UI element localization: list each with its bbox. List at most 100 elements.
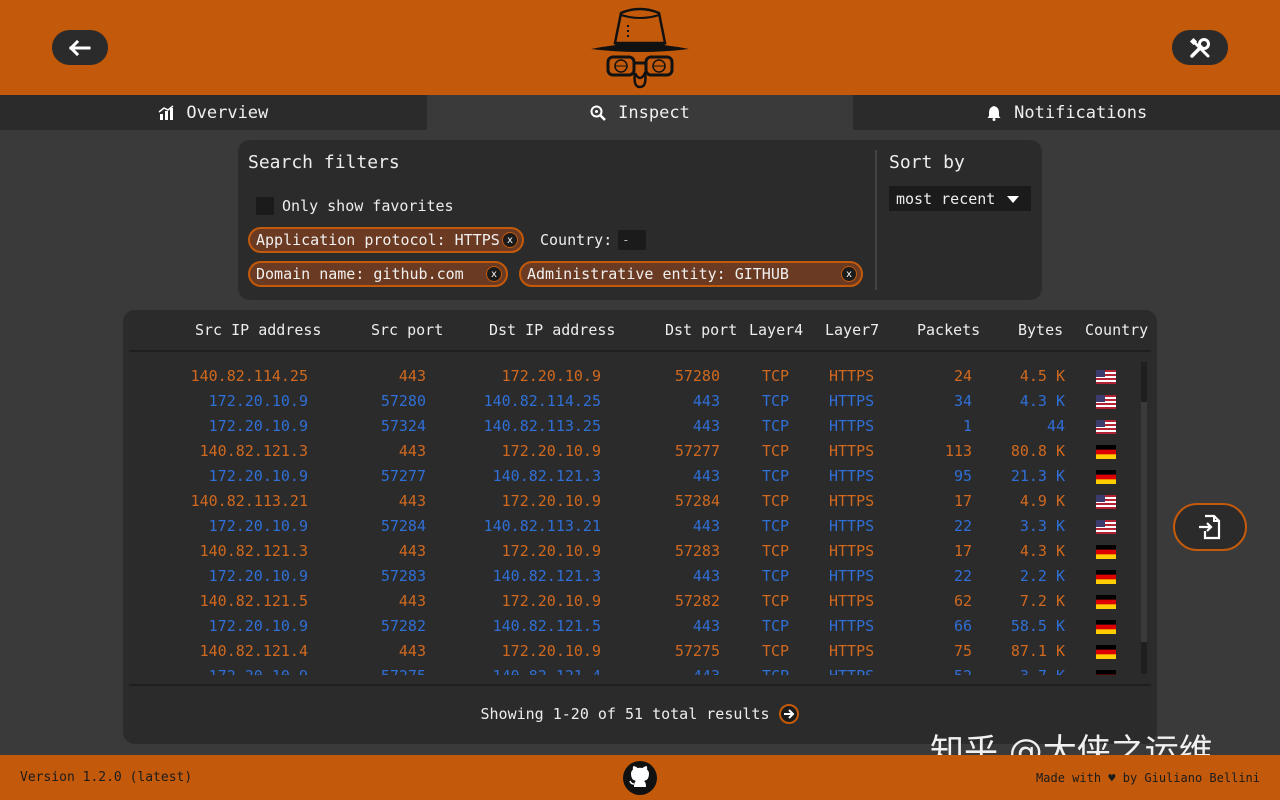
packets-cell: 75 xyxy=(953,642,972,660)
table-row[interactable]: 172.20.10.9 57280 140.82.114.25 443 TCP HTTPS… xyxy=(123,388,1157,413)
table-row[interactable]: 140.82.121.3 443 172.20.10.9 57283 TCP HTTPS 1… xyxy=(123,538,1157,563)
layer7-cell: HTTPS xyxy=(829,467,875,485)
remove-filter-button[interactable]: x xyxy=(486,266,502,282)
table-row[interactable]: 172.20.10.9 57275 140.82.121.4 443 TCP HTTPS 5… xyxy=(123,663,1157,675)
magnifier-icon xyxy=(590,105,607,121)
version-label: Version 1.2.0 (latest) xyxy=(20,770,193,785)
app-footer: Version 1.2.0 (latest) Made with ♥ by Gi… xyxy=(0,755,1280,800)
packets-cell: 22 xyxy=(953,517,972,535)
column-header: Country xyxy=(1085,321,1149,339)
src-ip-cell: 172.20.10.9 xyxy=(209,667,308,675)
packets-cell: 95 xyxy=(953,467,972,485)
table-row[interactable]: 172.20.10.9 57324 140.82.113.25 443 TCP HTTPS… xyxy=(123,413,1157,438)
tab-inspect[interactable]: Inspect xyxy=(426,95,854,130)
tab-notifications[interactable]: Notifications xyxy=(853,95,1280,130)
chevron-down-icon xyxy=(1007,196,1019,203)
layer7-cell: HTTPS xyxy=(829,592,875,610)
src-ip-cell: 140.82.113.21 xyxy=(190,492,308,510)
column-header: Packets xyxy=(917,321,981,339)
settings-button[interactable] xyxy=(1172,30,1228,65)
sort-select[interactable]: most recent xyxy=(889,186,1031,211)
dst-ip-cell: 140.82.113.25 xyxy=(483,417,601,435)
layer4-cell: TCP xyxy=(762,492,790,510)
table-row[interactable]: 172.20.10.9 57282 140.82.121.5 443 TCP HTTPS 6… xyxy=(123,613,1157,638)
table-row[interactable]: 140.82.114.25 443 172.20.10.9 57280 TCP HTTPS… xyxy=(123,363,1157,388)
src-ip-cell: 140.82.121.3 xyxy=(199,542,308,560)
us-flag-icon xyxy=(1096,370,1116,384)
table-row[interactable]: 140.82.121.5 443 172.20.10.9 57282 TCP HTTPS 6… xyxy=(123,588,1157,613)
bytes-cell: 4.3 K xyxy=(1019,542,1065,560)
export-report-button[interactable] xyxy=(1173,503,1247,551)
src-ip-cell: 172.20.10.9 xyxy=(208,517,308,535)
de-flag-icon xyxy=(1096,620,1116,634)
dst-port-cell: 443 xyxy=(692,567,720,585)
layer7-cell: HTTPS xyxy=(829,567,875,585)
src-ip-cell: 172.20.10.9 xyxy=(208,567,308,585)
dst-port-cell: 57284 xyxy=(674,492,720,510)
src-ip-cell: 172.20.10.9 xyxy=(208,617,308,635)
layer7-cell: HTTPS xyxy=(829,667,874,675)
dst-port-cell: 57277 xyxy=(674,442,720,460)
country-input[interactable]: - xyxy=(618,230,647,250)
results-summary: Showing 1-20 of 51 total results xyxy=(123,704,1157,724)
table-body: 140.82.114.25 443 172.20.10.9 57280 TCP HTTPS… xyxy=(123,363,1157,675)
github-icon[interactable] xyxy=(622,760,658,796)
table-row[interactable]: 172.20.10.9 57284 140.82.113.21 443 TCP HTTPS… xyxy=(123,513,1157,538)
connections-table-panel: Src IP address Src port Dst IP address D… xyxy=(123,310,1157,744)
next-page-button[interactable] xyxy=(779,704,800,724)
header-divider xyxy=(129,350,1151,352)
de-flag-icon xyxy=(1096,670,1116,675)
favorites-checkbox[interactable] xyxy=(256,197,274,215)
table-scrollbar[interactable] xyxy=(1141,362,1147,674)
scrollbar-thumb[interactable] xyxy=(1141,402,1147,642)
layer4-cell: TCP xyxy=(762,667,789,675)
results-text: Showing 1-20 of 51 total results xyxy=(480,705,770,723)
column-header: Layer4 xyxy=(749,321,804,339)
table-row[interactable]: 172.20.10.9 57277 140.82.121.3 443 TCP HTTPS 9… xyxy=(123,463,1157,488)
dst-port-cell: 443 xyxy=(692,517,720,535)
column-header: Src port xyxy=(371,321,444,339)
table-row[interactable]: 172.20.10.9 57283 140.82.121.3 443 TCP HTTPS 2… xyxy=(123,563,1157,588)
made-with-label: Made with ♥ by Giuliano Bellini xyxy=(1036,771,1260,785)
dst-port-cell: 443 xyxy=(692,467,720,485)
app-header xyxy=(0,0,1280,95)
packets-cell: 66 xyxy=(953,617,972,635)
src-port-cell: 57280 xyxy=(380,392,426,410)
de-flag-icon xyxy=(1096,570,1116,584)
src-port-cell: 57324 xyxy=(380,417,426,435)
remove-filter-button[interactable]: x xyxy=(841,266,857,282)
layer7-cell: HTTPS xyxy=(829,392,875,410)
layer4-cell: TCP xyxy=(762,517,790,535)
bytes-cell: 3.3 K xyxy=(1019,517,1065,535)
back-button[interactable] xyxy=(52,30,108,65)
src-port-cell: 57277 xyxy=(380,467,426,485)
column-header: Dst port xyxy=(665,321,738,339)
packets-cell: 113 xyxy=(944,442,972,460)
layer7-cell: HTTPS xyxy=(829,492,875,510)
de-flag-icon xyxy=(1096,645,1116,659)
layer4-cell: TCP xyxy=(762,367,790,385)
table-row[interactable]: 140.82.121.3 443 172.20.10.9 57277 TCP HTTPS 1… xyxy=(123,438,1157,463)
packets-cell: 1 xyxy=(962,417,972,435)
src-ip-cell: 172.20.10.9 xyxy=(208,392,308,410)
us-flag-icon xyxy=(1096,495,1116,509)
wrench-screwdriver-icon xyxy=(1189,37,1210,58)
favorites-toggle[interactable]: Only show favorites xyxy=(256,197,454,215)
panel-divider xyxy=(875,150,877,290)
tab-overview[interactable]: Overview xyxy=(0,95,427,130)
bytes-cell: 4.9 K xyxy=(1019,492,1065,510)
src-ip-cell: 172.20.10.9 xyxy=(208,467,308,485)
bytes-cell: 7.2 K xyxy=(1019,592,1065,610)
dst-ip-cell: 172.20.10.9 xyxy=(501,442,601,460)
packets-cell: 24 xyxy=(953,367,972,385)
bytes-cell: 4.5 K xyxy=(1019,367,1065,385)
remove-filter-button[interactable]: x xyxy=(502,232,518,248)
table-row[interactable]: 140.82.121.4 443 172.20.10.9 57275 TCP HTTPS 7… xyxy=(123,638,1157,663)
file-export-icon xyxy=(1199,514,1221,540)
src-port-cell: 443 xyxy=(398,642,426,660)
country-filter: Country: - xyxy=(540,230,647,250)
table-row[interactable]: 140.82.113.21 443 172.20.10.9 57284 TCP HTTPS… xyxy=(123,488,1157,513)
tab-inspect-label: Inspect xyxy=(618,102,690,123)
layer4-cell: TCP xyxy=(762,592,790,610)
dst-port-cell: 443 xyxy=(692,617,720,635)
